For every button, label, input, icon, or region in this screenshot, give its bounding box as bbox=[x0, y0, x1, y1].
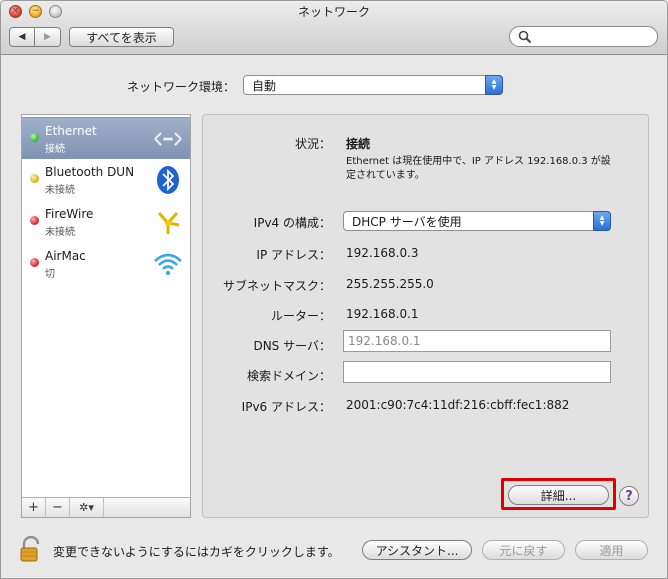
airmac-icon bbox=[154, 253, 182, 276]
remove-service-button[interactable]: − bbox=[46, 498, 70, 517]
advanced-button-highlight bbox=[501, 478, 616, 510]
service-list: Ethernet 接続 Bluetooth DUN 未接続 FireWire 未… bbox=[21, 114, 191, 518]
window-title: ネットワーク bbox=[297, 5, 370, 19]
service-list-footer: + − ✲▾ bbox=[22, 497, 190, 517]
ipv6-address-value: 2001:c90:7c4:11df:216:cbff:fec1:882 bbox=[346, 398, 570, 412]
network-preferences-window: × − ネットワーク ◀ ▶ すべてを表示 ネットワーク環境： 自動 ▲ ▼ Et… bbox=[0, 0, 668, 579]
service-name: Ethernet bbox=[45, 124, 97, 138]
forward-button[interactable]: ▶ bbox=[35, 27, 61, 47]
ipv4-config-label: IPv4 の構成： bbox=[253, 216, 331, 230]
add-service-button[interactable]: + bbox=[22, 498, 46, 517]
status-value: 接続 bbox=[346, 137, 371, 151]
router-label: ルーター： bbox=[270, 309, 331, 323]
router-value: 192.168.0.1 bbox=[346, 307, 419, 321]
lock-instruction-text: 変更できないようにするにはカギをクリックします。 bbox=[53, 545, 340, 559]
service-state: 切 bbox=[45, 269, 55, 280]
help-button[interactable]: ? bbox=[619, 486, 639, 506]
location-value: 自動 bbox=[252, 78, 277, 93]
service-item-firewire[interactable]: FireWire 未接続 bbox=[22, 201, 190, 243]
service-item-airmac[interactable]: AirMac 切 bbox=[22, 243, 190, 285]
service-name: Bluetooth DUN bbox=[45, 165, 135, 179]
assistant-button[interactable]: アシスタント... bbox=[362, 540, 472, 560]
service-item-bluetooth-dun[interactable]: Bluetooth DUN 未接続 bbox=[22, 159, 190, 201]
ipv4-config-value: DHCP サーバを使用 bbox=[352, 214, 462, 229]
status-label: 状況： bbox=[294, 137, 331, 151]
service-item-ethernet[interactable]: Ethernet 接続 bbox=[22, 117, 190, 159]
search-domain-field[interactable] bbox=[343, 361, 611, 383]
subnet-mask-label: サブネットマスク： bbox=[222, 279, 331, 293]
search-domain-label: 検索ドメイン： bbox=[246, 369, 331, 383]
location-row: ネットワーク環境： 自動 ▲ ▼ bbox=[1, 75, 667, 97]
service-state: 未接続 bbox=[45, 227, 75, 238]
popup-arrows-icon: ▲ ▼ bbox=[485, 75, 503, 95]
dns-server-label: DNS サーバ： bbox=[253, 339, 331, 353]
show-all-button[interactable]: すべてを表示 bbox=[69, 27, 174, 47]
ip-address-label: IP アドレス： bbox=[256, 248, 331, 262]
ethernet-icon bbox=[154, 132, 182, 146]
service-detail-panel: 状況： 接続 Ethernet は現在使用中で、IP アドレス 192.168.… bbox=[202, 114, 649, 518]
search-icon bbox=[518, 30, 532, 44]
subnet-mask-value: 255.255.255.0 bbox=[346, 277, 434, 291]
firewire-icon bbox=[157, 211, 180, 234]
titlebar: × − ネットワーク ◀ ▶ すべてを表示 bbox=[1, 1, 667, 55]
ip-address-value: 192.168.0.3 bbox=[346, 246, 419, 260]
location-popup[interactable]: 自動 ▲ ▼ bbox=[243, 75, 503, 95]
dns-server-field[interactable]: 192.168.0.1 bbox=[343, 330, 611, 352]
back-button[interactable]: ◀ bbox=[9, 27, 35, 47]
status-dot-icon bbox=[30, 133, 39, 142]
service-state: 未接続 bbox=[45, 185, 75, 196]
status-description: Ethernet は現在使用中で、IP アドレス 192.168.0.3 が設定… bbox=[346, 156, 611, 181]
status-dot-icon bbox=[30, 216, 39, 225]
action-menu-button[interactable]: ✲▾ bbox=[70, 498, 104, 517]
status-dot-icon bbox=[30, 174, 39, 183]
search-input[interactable] bbox=[509, 26, 658, 47]
status-dot-icon bbox=[30, 258, 39, 267]
ipv4-config-popup[interactable]: DHCP サーバを使用 ▲ ▼ bbox=[343, 211, 611, 231]
service-name: FireWire bbox=[45, 207, 94, 221]
bluetooth-icon bbox=[157, 166, 179, 194]
apply-button[interactable]: 適用 bbox=[575, 540, 648, 560]
service-name: AirMac bbox=[45, 249, 86, 263]
revert-button[interactable]: 元に戻す bbox=[482, 540, 565, 560]
back-forward-control: ◀ ▶ bbox=[9, 27, 61, 47]
popup-arrows-icon: ▲ ▼ bbox=[593, 211, 611, 231]
lock-icon[interactable] bbox=[19, 536, 43, 562]
ipv6-address-label: IPv6 アドレス： bbox=[241, 400, 331, 414]
location-label: ネットワーク環境： bbox=[126, 80, 235, 94]
service-state: 接続 bbox=[45, 144, 65, 155]
